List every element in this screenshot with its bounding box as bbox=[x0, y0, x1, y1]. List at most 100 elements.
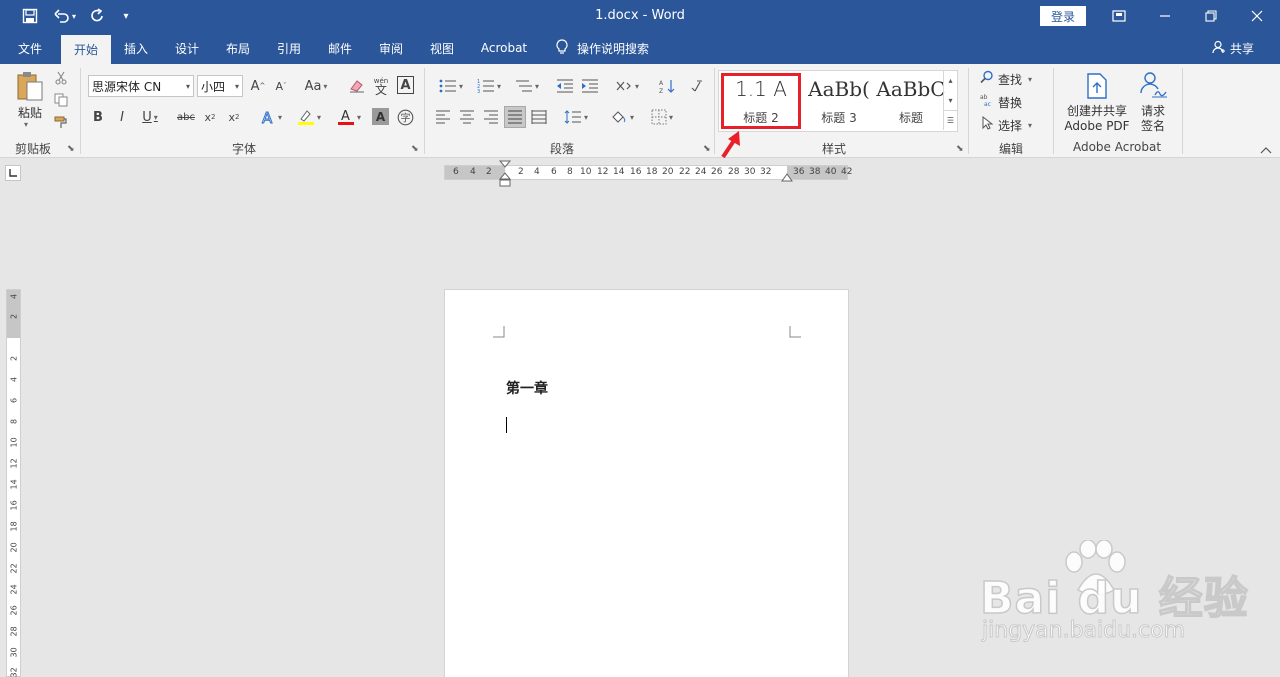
underline-icon[interactable]: U ▾ bbox=[138, 108, 162, 126]
style-title[interactable]: AaBbC 标题 bbox=[873, 71, 949, 131]
subscript-icon[interactable]: x2 bbox=[201, 108, 219, 126]
font-launcher-icon[interactable]: ⬊ bbox=[411, 144, 419, 154]
ruler-number: 2 bbox=[486, 167, 492, 177]
character-border-button[interactable]: A bbox=[397, 76, 414, 94]
right-indent-marker-icon[interactable] bbox=[780, 172, 794, 182]
ruler-number: 4 bbox=[9, 376, 19, 383]
tab-home[interactable]: 开始 bbox=[61, 35, 111, 64]
tab-mailings[interactable]: 邮件 bbox=[319, 32, 361, 64]
styles-launcher-icon[interactable]: ⬊ bbox=[956, 144, 964, 154]
ruler-number: 4 bbox=[470, 167, 476, 177]
collapse-ribbon-icon[interactable] bbox=[1258, 144, 1274, 156]
tab-view[interactable]: 视图 bbox=[421, 32, 463, 64]
show-marks-icon[interactable] bbox=[688, 76, 706, 96]
tab-design[interactable]: 设计 bbox=[166, 32, 208, 64]
align-center-icon[interactable] bbox=[458, 108, 476, 126]
indent-markers-icon[interactable] bbox=[498, 160, 512, 188]
find-label: 查找 bbox=[998, 72, 1023, 87]
highlight-color-icon[interactable]: ▾ bbox=[292, 107, 326, 127]
find-button[interactable]: 查找 ▾ bbox=[980, 69, 1042, 89]
margin-corner-mark bbox=[789, 326, 801, 338]
strikethrough-icon[interactable]: abc bbox=[176, 108, 196, 126]
login-button[interactable]: 登录 bbox=[1040, 6, 1086, 26]
copy-icon[interactable] bbox=[52, 92, 70, 108]
decrease-indent-icon[interactable] bbox=[555, 76, 575, 96]
svg-text:ac: ac bbox=[984, 101, 991, 107]
paste-dropdown-icon[interactable]: ▾ bbox=[24, 120, 28, 129]
ruler-number: 4 bbox=[9, 293, 19, 300]
cut-icon[interactable] bbox=[52, 70, 70, 86]
font-name-combo[interactable]: 思源宋体 CN ▾ bbox=[88, 75, 194, 97]
character-shading-icon[interactable]: A bbox=[372, 108, 389, 125]
bold-icon[interactable]: B bbox=[90, 108, 106, 126]
ruler-number: 28 bbox=[9, 626, 19, 637]
increase-indent-icon[interactable] bbox=[580, 76, 600, 96]
ribbon-display-icon[interactable] bbox=[1096, 0, 1142, 32]
styles-more-icon[interactable]: ☰ bbox=[943, 110, 957, 130]
shading-icon[interactable]: ▾ bbox=[605, 108, 639, 126]
numbering-icon[interactable]: 1 2 3 ▾ bbox=[472, 76, 506, 96]
styles-scroll-up-icon[interactable]: ▴ bbox=[943, 70, 957, 90]
bullets-icon[interactable]: ▾ bbox=[434, 76, 468, 96]
tab-stop-selector-icon[interactable] bbox=[5, 165, 21, 181]
change-case-button[interactable]: Aa ▾ bbox=[300, 77, 332, 95]
sort-icon[interactable]: AZ bbox=[658, 76, 678, 96]
format-painter-icon[interactable] bbox=[52, 114, 70, 130]
tab-file[interactable]: 文件 bbox=[8, 32, 52, 64]
tab-insert[interactable]: 插入 bbox=[115, 32, 157, 64]
shrink-font-icon[interactable]: Aˇ bbox=[272, 77, 290, 95]
align-left-icon[interactable] bbox=[434, 108, 452, 126]
chinese-layout-icon[interactable]: ▾ bbox=[612, 76, 642, 96]
multilevel-list-icon[interactable]: ▾ bbox=[510, 76, 544, 96]
paragraph-group-label: 段落 bbox=[549, 142, 574, 156]
style-sample: AaBb( bbox=[808, 77, 870, 101]
clear-formatting-icon[interactable] bbox=[348, 77, 366, 95]
select-label: 选择 bbox=[998, 118, 1023, 133]
ruler-number: 20 bbox=[662, 167, 674, 177]
clipboard-group-label: 剪贴板 bbox=[14, 142, 51, 156]
ruler-number: 32 bbox=[760, 167, 772, 177]
tab-acrobat[interactable]: Acrobat bbox=[474, 32, 534, 64]
font-group-label: 字体 bbox=[231, 142, 256, 156]
share-button[interactable]: 共享 bbox=[1212, 32, 1254, 64]
borders-icon[interactable]: ▾ bbox=[645, 108, 679, 126]
select-button[interactable]: 选择 ▾ bbox=[980, 115, 1042, 135]
align-right-icon[interactable] bbox=[482, 108, 500, 126]
clipboard-launcher-icon[interactable]: ⬊ bbox=[67, 144, 75, 154]
create-share-pdf-button[interactable]: 创建并共享 Adobe PDF bbox=[1062, 104, 1132, 134]
distributed-icon[interactable] bbox=[530, 108, 548, 126]
style-name: 标题 3 bbox=[821, 111, 857, 125]
request-signature-icon[interactable] bbox=[1137, 70, 1169, 100]
justify-icon[interactable] bbox=[504, 106, 526, 128]
tab-references[interactable]: 引用 bbox=[268, 32, 310, 64]
ruler-number: 10 bbox=[9, 437, 19, 448]
font-size-combo[interactable]: 小四 ▾ bbox=[197, 75, 243, 97]
paste-icon[interactable] bbox=[14, 70, 46, 102]
close-icon[interactable] bbox=[1234, 0, 1280, 32]
tab-layout[interactable]: 布局 bbox=[217, 32, 259, 64]
paragraph-launcher-icon[interactable]: ⬊ bbox=[703, 144, 711, 154]
ruler-number: 32 bbox=[9, 667, 19, 677]
phonetic-guide-button[interactable]: wén 文 bbox=[372, 75, 390, 97]
enclose-characters-icon[interactable]: 字 bbox=[396, 108, 414, 126]
restore-icon[interactable] bbox=[1188, 0, 1234, 32]
italic-icon[interactable]: I bbox=[114, 108, 130, 126]
tab-review[interactable]: 审阅 bbox=[370, 32, 412, 64]
create-pdf-icon[interactable] bbox=[1084, 72, 1110, 100]
line-spacing-icon[interactable]: ▾ bbox=[560, 108, 592, 126]
request-signature-button[interactable]: 请求 签名 bbox=[1132, 104, 1174, 134]
tell-me-search[interactable]: 操作说明搜索 bbox=[555, 32, 649, 64]
replace-button[interactable]: ab ac 替换 bbox=[980, 92, 1042, 112]
acrobat-group-label: Adobe Acrobat bbox=[1072, 140, 1162, 154]
paste-label[interactable]: 粘贴 bbox=[14, 104, 46, 121]
font-color-icon[interactable]: A ▾ bbox=[332, 107, 366, 127]
superscript-icon[interactable]: x2 bbox=[225, 108, 243, 126]
style-heading-3[interactable]: AaBb( 标题 3 bbox=[801, 71, 877, 131]
vertical-ruler[interactable]: 4 2 2 4 6 8 10 12 14 16 18 20 22 24 26 2… bbox=[6, 289, 21, 677]
document-page[interactable]: 第一章 bbox=[444, 289, 849, 677]
styles-scroll-down-icon[interactable]: ▾ bbox=[943, 90, 957, 110]
grow-font-icon[interactable]: A ^ bbox=[249, 77, 267, 95]
minimize-icon[interactable] bbox=[1142, 0, 1188, 32]
text-effects-icon[interactable]: A ▾ bbox=[255, 107, 287, 127]
document-heading[interactable]: 第一章 bbox=[506, 378, 548, 398]
